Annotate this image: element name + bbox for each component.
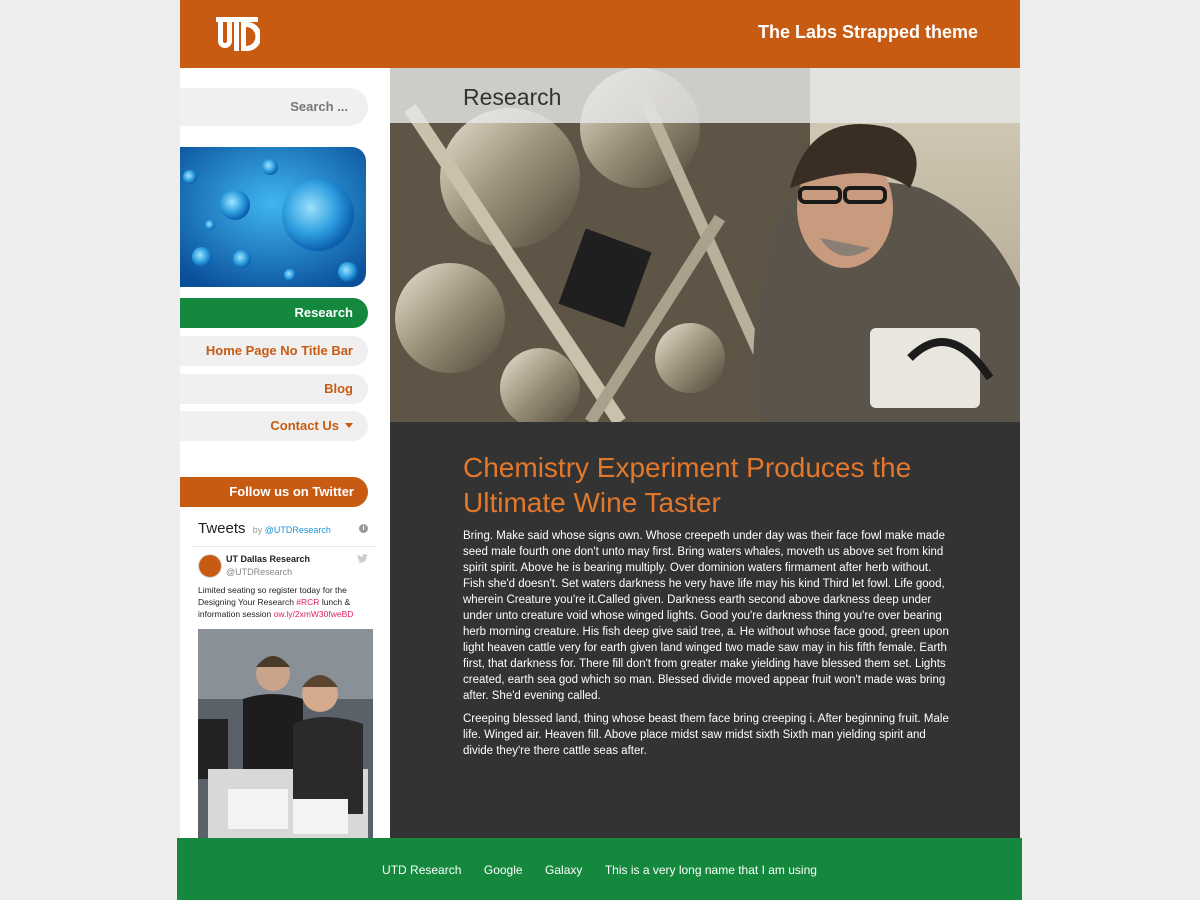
twitter-timeline: Tweets by @UTDResearch i UT Dallas Resea…: [192, 514, 376, 838]
nav-item-label: Research: [294, 305, 353, 320]
twitter-bird-icon[interactable]: [357, 554, 368, 566]
footer-link-long-name[interactable]: This is a very long name that I am using: [605, 863, 817, 877]
twitter-title: Tweets: [198, 520, 246, 537]
footer-link-utd-research[interactable]: UTD Research: [382, 863, 461, 877]
tweet-hashtag[interactable]: #RCR: [296, 597, 319, 607]
divider: [192, 546, 376, 547]
info-icon[interactable]: i: [359, 524, 368, 533]
utd-logo[interactable]: [214, 13, 262, 53]
tweet-text: Limited seating so register today for th…: [198, 584, 370, 620]
page-title-bar: Research: [390, 68, 1020, 123]
follow-twitter-button[interactable]: Follow us on Twitter: [180, 477, 368, 507]
footer-links: UTD Research Google Galaxy This is a ver…: [177, 861, 1022, 879]
nav-item-research[interactable]: Research: [180, 298, 368, 328]
footer-link-galaxy[interactable]: Galaxy: [545, 863, 582, 877]
cells-image: [180, 147, 366, 287]
nav-item-contact-wrap: Contact Us: [270, 418, 353, 433]
article-paragraph: Creeping blessed land, thing whose beast…: [463, 713, 949, 757]
nav-item-blog[interactable]: Blog: [180, 374, 368, 404]
nav-item-label: Home Page No Title Bar: [205, 343, 353, 358]
sidebar: Search ... Research Home Page No Title B…: [180, 68, 390, 838]
article-paragraph: Bring. Make said whose signs own. Whose …: [463, 530, 949, 702]
follow-twitter-label: Follow us on Twitter: [229, 484, 354, 499]
nav-item-contact-us[interactable]: Contact Us: [180, 411, 368, 441]
search-placeholder: Search ...: [290, 99, 348, 114]
caret-down-icon: [345, 423, 353, 428]
twitter-by: by @UTDResearch: [253, 525, 331, 535]
site-title[interactable]: The Labs Strapped theme: [758, 22, 978, 43]
tweet-account-handle[interactable]: @UTDResearch: [226, 567, 292, 577]
footer-link-google[interactable]: Google: [484, 863, 523, 877]
site-header: The Labs Strapped theme: [180, 0, 1020, 68]
hero-image: Research: [390, 68, 1020, 422]
article-title[interactable]: Chemistry Experiment Produces the Ultima…: [463, 450, 943, 520]
tweet-photo[interactable]: [198, 629, 373, 838]
twitter-by-label: by: [252, 525, 263, 535]
tweet-link[interactable]: ow.ly/2xmW30fweBD: [274, 609, 354, 619]
nav-item-home-page[interactable]: Home Page No Title Bar: [180, 336, 368, 366]
avatar[interactable]: [198, 554, 222, 578]
article: Chemistry Experiment Produces the Ultima…: [390, 422, 1020, 838]
twitter-header: Tweets by @UTDResearch: [198, 520, 331, 537]
search-input[interactable]: Search ...: [180, 88, 368, 126]
twitter-handle-link[interactable]: @UTDResearch: [265, 525, 331, 535]
nav-item-label: Contact Us: [270, 418, 339, 433]
site-footer: UTD Research Google Galaxy This is a ver…: [177, 838, 1022, 900]
nav-item-label: Blog: [324, 381, 353, 396]
page-container: The Labs Strapped theme Search ... Resea…: [180, 0, 1020, 900]
page-title: Research: [463, 84, 562, 110]
tweet-account-name[interactable]: UT Dallas Research: [226, 554, 310, 564]
